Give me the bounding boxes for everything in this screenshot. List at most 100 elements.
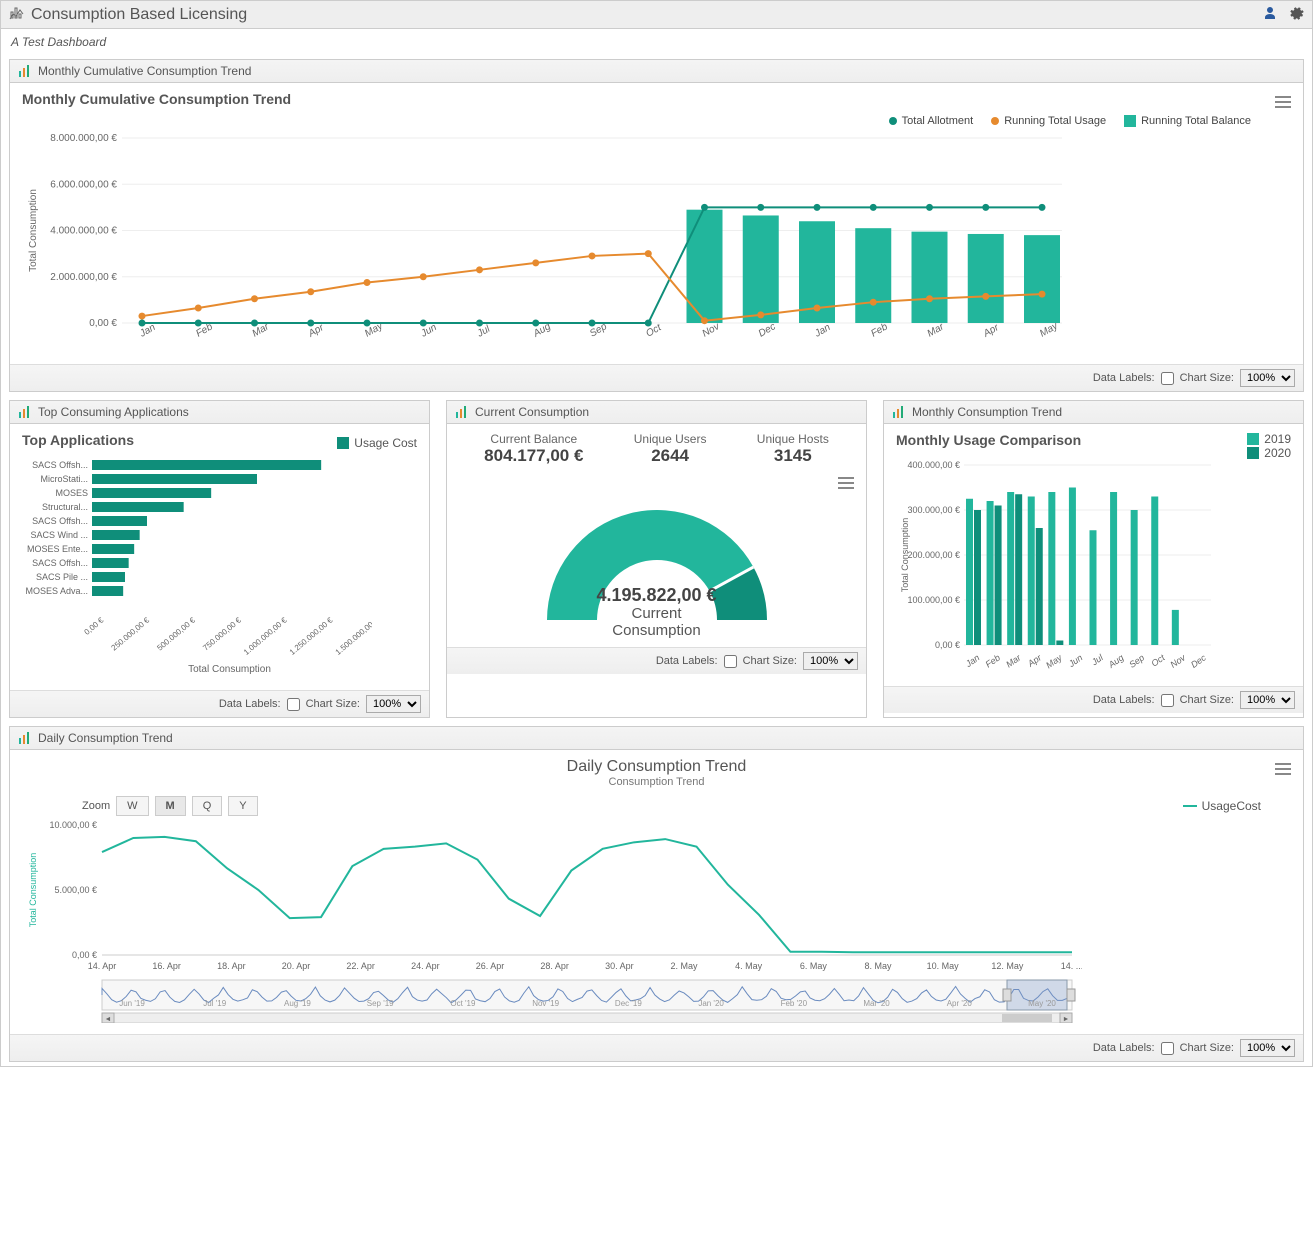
svg-text:6. May: 6. May	[800, 961, 828, 971]
svg-text:20. Apr: 20. Apr	[282, 961, 311, 971]
svg-text:Total Consumption: Total Consumption	[188, 664, 271, 675]
gauge-label: Consumption	[459, 623, 854, 640]
legend-item[interactable]: UsageCost	[1183, 799, 1261, 813]
legend: Total Allotment Running Total Usage Runn…	[22, 113, 1291, 133]
svg-text:Structural...: Structural...	[42, 502, 88, 512]
stat-label: Unique Users	[634, 432, 707, 446]
svg-text:16. Apr: 16. Apr	[152, 961, 181, 971]
user-icon[interactable]	[1262, 5, 1278, 24]
svg-text:750.000,00 €: 750.000,00 €	[201, 615, 243, 652]
svg-text:Jun: Jun	[1066, 652, 1084, 669]
svg-text:250.000,00 €: 250.000,00 €	[110, 615, 152, 652]
legend-item[interactable]: Usage Cost	[337, 436, 417, 450]
chart-size-select[interactable]: 100%	[1240, 1039, 1295, 1057]
chart-size-select[interactable]: 100%	[1240, 369, 1295, 387]
data-labels-checkbox[interactable]	[724, 655, 737, 668]
svg-text:SACS Offsh...: SACS Offsh...	[32, 516, 88, 526]
svg-text:SACS Pile ...: SACS Pile ...	[36, 572, 88, 582]
svg-text:14. Apr: 14. Apr	[88, 961, 117, 971]
svg-text:500.000,00 €: 500.000,00 €	[155, 615, 197, 652]
legend-item[interactable]: 2019	[1247, 432, 1291, 446]
zoom-y-button[interactable]: Y	[228, 796, 257, 816]
svg-text:1.500.000,00 €: 1.500.000,00 €	[334, 615, 372, 657]
svg-text:2.000.000,00 €: 2.000.000,00 €	[50, 272, 117, 283]
chart-icon	[455, 405, 469, 419]
svg-text:12. May: 12. May	[991, 961, 1024, 971]
svg-text:18. Apr: 18. Apr	[217, 961, 246, 971]
chart-icon	[18, 405, 32, 419]
svg-text:◄: ◄	[105, 1016, 112, 1023]
zoom-controls: Zoom W M Q Y	[22, 792, 258, 820]
svg-text:Feb: Feb	[984, 652, 1002, 669]
panel-title: Current Consumption	[475, 405, 589, 419]
legend-item[interactable]: Running Total Balance	[1124, 115, 1251, 127]
svg-text:Jun '19: Jun '19	[119, 999, 145, 1008]
svg-text:5.000,00 €: 5.000,00 €	[54, 885, 97, 895]
svg-text:Feb: Feb	[869, 321, 890, 339]
svg-text:Total Consumption: Total Consumption	[28, 853, 38, 928]
dashboard-subtitle: A Test Dashboard	[1, 29, 1312, 55]
settings-icon[interactable]	[1288, 5, 1304, 24]
data-labels-checkbox[interactable]	[1161, 1042, 1174, 1055]
chart-icon	[892, 405, 906, 419]
svg-text:1.000.000,00 €: 1.000.000,00 €	[242, 615, 289, 657]
legend-item[interactable]: 2020	[1247, 446, 1291, 460]
panel-title: Monthly Consumption Trend	[912, 405, 1062, 419]
svg-text:Oct: Oct	[1149, 652, 1167, 669]
gauge-label: Current	[459, 606, 854, 623]
svg-text:Oct '19: Oct '19	[450, 999, 476, 1008]
gauge: 4.195.822,00 € Current Consumption	[459, 470, 854, 639]
svg-text:28. Apr: 28. Apr	[540, 961, 569, 971]
stat-label: Unique Hosts	[757, 432, 829, 446]
svg-text:MOSES: MOSES	[55, 488, 88, 498]
legend-item[interactable]: Running Total Usage	[991, 115, 1106, 127]
svg-text:Total Consumption: Total Consumption	[900, 518, 910, 593]
chart-size-select[interactable]: 100%	[366, 695, 421, 713]
chart-menu-icon[interactable]	[1275, 93, 1291, 111]
svg-text:1.250.000,00 €: 1.250.000,00 €	[288, 615, 335, 657]
svg-text:Apr '20: Apr '20	[947, 999, 973, 1008]
chart-topapps: SACS Offsh...MicroStati...MOSESStructura…	[22, 454, 372, 679]
svg-text:8.000.000,00 €: 8.000.000,00 €	[50, 133, 117, 144]
svg-text:MOSES Adva...: MOSES Adva...	[25, 586, 88, 596]
stat-value: 804.177,00 €	[484, 446, 583, 466]
zoom-w-button[interactable]: W	[116, 796, 148, 816]
svg-text:Mar: Mar	[926, 321, 947, 339]
svg-text:Feb '20: Feb '20	[781, 999, 808, 1008]
svg-text:Aug '19: Aug '19	[284, 999, 311, 1008]
stat-value: 3145	[757, 446, 829, 466]
svg-text:Nov '19: Nov '19	[532, 999, 559, 1008]
svg-text:10.000,00 €: 10.000,00 €	[49, 820, 97, 830]
zoom-m-button[interactable]: M	[155, 796, 186, 816]
panel-topapps: Top Consuming Applications Top Applicati…	[9, 400, 430, 718]
svg-text:24. Apr: 24. Apr	[411, 961, 440, 971]
svg-text:►: ►	[1063, 1016, 1070, 1023]
zoom-q-button[interactable]: Q	[192, 796, 223, 816]
panel-footer: Data Labels: Chart Size: 100%	[10, 364, 1303, 391]
svg-text:Sep: Sep	[1127, 652, 1146, 669]
chart-size-select[interactable]: 100%	[1240, 691, 1295, 709]
svg-text:Aug: Aug	[1106, 652, 1126, 670]
svg-text:0,00 €: 0,00 €	[72, 950, 97, 960]
chart-subtitle: Consumption Trend	[22, 776, 1291, 788]
chart-monthly: 0,00 €100.000,00 €200.000,00 €300.000,00…	[896, 460, 1216, 675]
chart-navigator[interactable]: Jun '19Jul '19Aug '19Sep '19Oct '19Nov '…	[22, 978, 1082, 1023]
data-labels-checkbox[interactable]	[1161, 372, 1174, 385]
chart-size-select[interactable]: 100%	[803, 652, 858, 670]
svg-text:Jan: Jan	[963, 652, 981, 669]
svg-text:6.000.000,00 €: 6.000.000,00 €	[50, 179, 117, 190]
chart-menu-icon[interactable]	[1275, 760, 1291, 778]
panel-daily: Daily Consumption Trend Daily Consumptio…	[9, 726, 1304, 1062]
svg-text:Total Consumption: Total Consumption	[28, 189, 39, 272]
svg-text:200.000,00 €: 200.000,00 €	[907, 550, 960, 560]
chart-icon	[18, 731, 32, 745]
svg-text:2. May: 2. May	[670, 961, 698, 971]
svg-text:Apr: Apr	[981, 322, 1001, 340]
svg-text:8. May: 8. May	[864, 961, 892, 971]
chart-title: Monthly Usage Comparison	[896, 432, 1081, 454]
data-labels-checkbox[interactable]	[1161, 694, 1174, 707]
legend-item[interactable]: Total Allotment	[889, 115, 974, 127]
data-labels-checkbox[interactable]	[287, 698, 300, 711]
svg-text:Dec: Dec	[1189, 652, 1208, 670]
panel-header: Monthly Cumulative Consumption Trend	[10, 60, 1303, 83]
